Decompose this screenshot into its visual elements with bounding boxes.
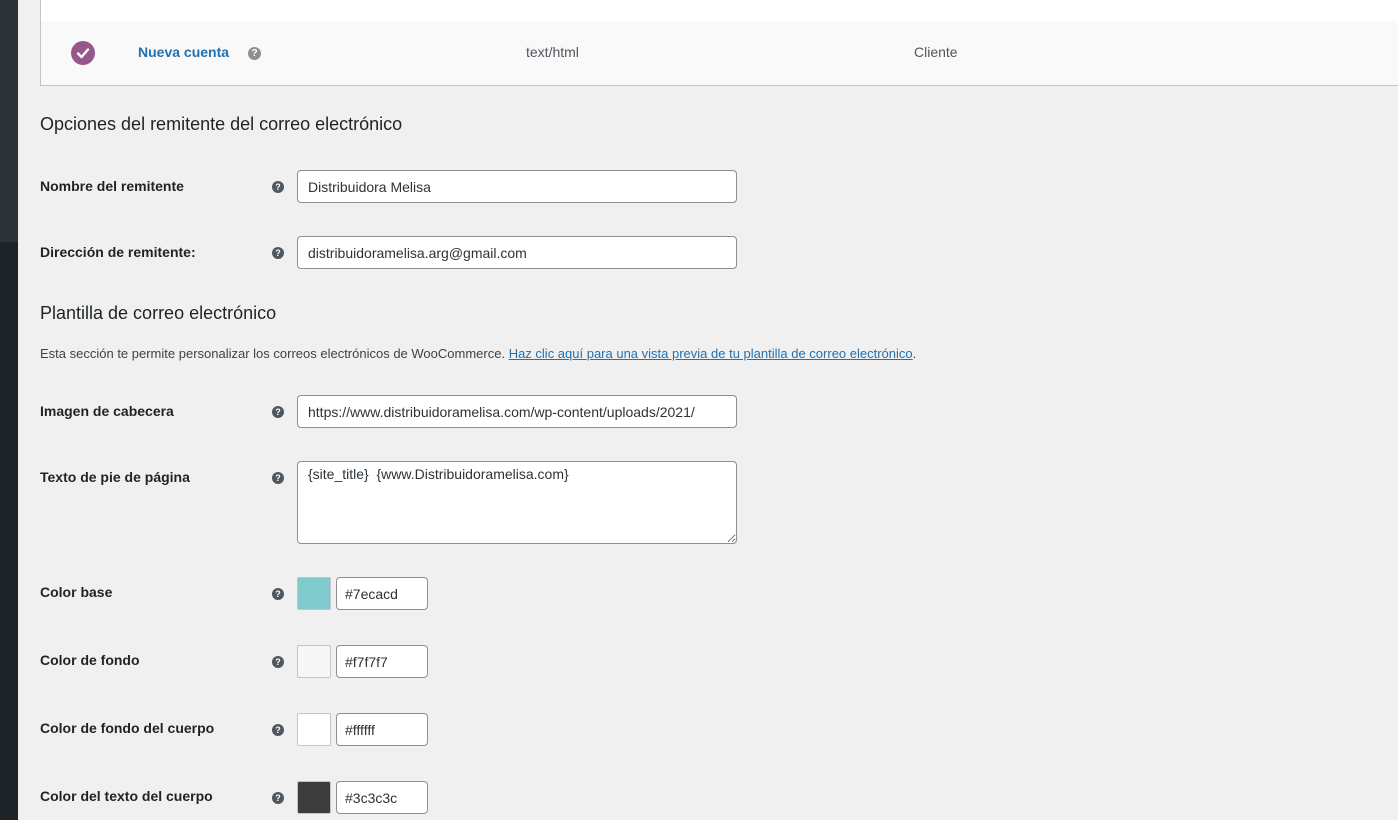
base-color-label: Color base: [40, 584, 113, 600]
from-name-input[interactable]: [297, 170, 737, 203]
help-icon[interactable]: ?: [272, 792, 284, 804]
help-icon[interactable]: ?: [272, 724, 284, 736]
table-row: [41, 0, 1398, 21]
base-color-input[interactable]: [336, 577, 428, 610]
footer-text-label: Texto de pie de página: [40, 469, 190, 485]
from-address-input[interactable]: [297, 236, 737, 269]
help-icon[interactable]: ?: [272, 472, 284, 484]
sender-options-heading: Opciones del remitente del correo electr…: [40, 114, 403, 134]
email-template-heading: Plantilla de correo electrónico: [40, 303, 277, 323]
base-color-swatch[interactable]: [297, 577, 331, 610]
help-icon[interactable]: ?: [272, 406, 284, 418]
background-color-swatch[interactable]: [297, 645, 331, 678]
help-icon[interactable]: ?: [272, 656, 284, 668]
help-icon[interactable]: ?: [272, 247, 284, 259]
body-background-color-swatch[interactable]: [297, 713, 331, 746]
help-icon[interactable]: ?: [248, 47, 261, 60]
body-background-color-label: Color de fondo del cuerpo: [40, 720, 215, 736]
template-description-end: .: [912, 346, 917, 361]
body-background-color-input[interactable]: [336, 713, 428, 746]
email-name-link[interactable]: Nueva cuenta: [138, 44, 229, 60]
recipient: Cliente: [914, 44, 958, 60]
body-text-color-input[interactable]: [336, 781, 428, 814]
background-color-input[interactable]: [336, 645, 428, 678]
admin-sidebar: [0, 0, 18, 820]
header-image-input[interactable]: [297, 395, 737, 428]
email-notifications-table: Nueva cuenta ? text/html Cliente: [40, 0, 1398, 86]
template-preview-link[interactable]: Haz clic aquí para una vista previa de t…: [509, 346, 913, 361]
template-description-text: Esta sección te permite personalizar los…: [40, 346, 509, 361]
body-text-color-swatch[interactable]: [297, 781, 331, 814]
enabled-check-icon: [71, 41, 95, 65]
template-description: Esta sección te permite personalizar los…: [40, 346, 916, 361]
content-type: text/html: [526, 44, 579, 60]
header-image-label: Imagen de cabecera: [40, 403, 174, 419]
help-icon[interactable]: ?: [272, 181, 284, 193]
from-name-label: Nombre del remitente: [40, 178, 184, 194]
from-address-label: Dirección de remitente:: [40, 244, 196, 260]
settings-content: Nueva cuenta ? text/html Cliente Opcione…: [18, 0, 1398, 820]
body-text-color-label: Color del texto del cuerpo: [40, 788, 213, 804]
background-color-label: Color de fondo: [40, 652, 140, 668]
table-row: Nueva cuenta ? text/html Cliente: [41, 21, 1398, 85]
admin-sidebar-lower: [0, 242, 18, 820]
footer-text-textarea[interactable]: {site_title} {www.Distribuidoramelisa.co…: [297, 461, 737, 544]
help-icon[interactable]: ?: [272, 588, 284, 600]
